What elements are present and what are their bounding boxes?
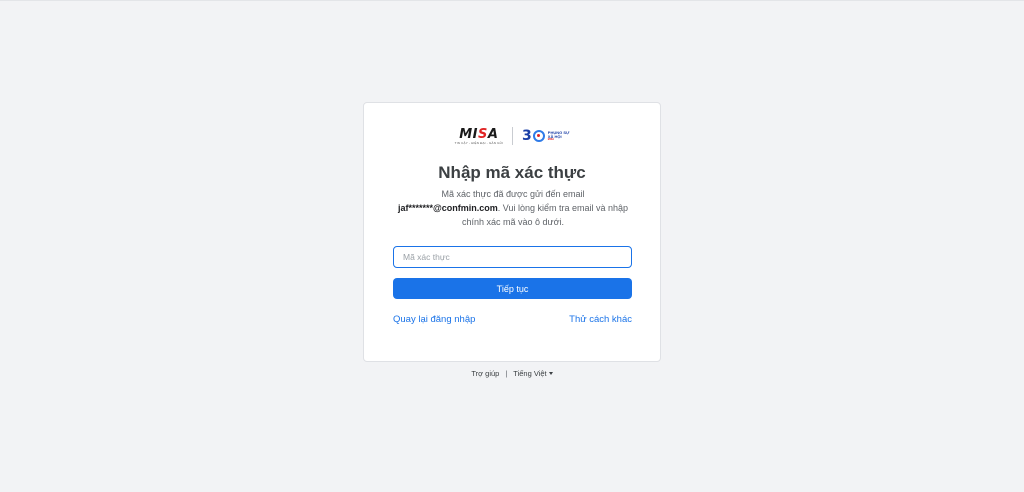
language-label: Tiếng Việt [513, 369, 547, 378]
anniversary-line3: MISA [547, 137, 555, 141]
misa-wordmark-prefix: MI [459, 126, 479, 142]
back-to-login-link[interactable]: Quay lại đăng nhập [393, 314, 475, 325]
description-intro: Mã xác thực đã được gửi đến email [441, 189, 585, 199]
footer: Trợ giúp | Tiếng Việt [0, 369, 1024, 378]
misa-tagline: TIN CẬY - HIỆN ĐẠI - GẦN GŨI [454, 140, 504, 145]
try-another-way-link[interactable]: Thử cách khác [569, 314, 632, 325]
caret-down-icon [548, 372, 553, 375]
page-title: Nhập mã xác thực [438, 163, 586, 182]
logo-divider [512, 127, 514, 145]
verification-description: Mã xác thực đã được gửi đến email jaf****… [388, 187, 638, 229]
misa-wordmark: MISA [459, 128, 498, 141]
footer-separator: | [505, 369, 508, 378]
help-link[interactable]: Trợ giúp [471, 369, 499, 378]
language-selector[interactable]: Tiếng Việt [513, 369, 553, 378]
continue-button[interactable]: Tiếp tục [393, 278, 632, 299]
verification-code-input[interactable] [393, 246, 632, 268]
login-page: MISA TIN CẬY - HIỆN ĐẠI - GẦN GŨI 3 PHỤN… [0, 0, 1024, 492]
anniversary-logo: 3 PHỤNG SỰ XÃ HỘI MISA [522, 128, 569, 144]
anniversary-zero-icon [532, 130, 545, 142]
misa-wordmark-accent: S [478, 126, 488, 142]
verification-card: MISA TIN CẬY - HIỆN ĐẠI - GẦN GŨI 3 PHỤN… [363, 102, 661, 362]
misa-wordmark-suffix: A [487, 126, 499, 142]
anniversary-digit: 3 [522, 128, 532, 144]
anniversary-text: PHỤNG SỰ XÃ HỘI MISA [547, 130, 570, 142]
card-links: Quay lại đăng nhập Thử cách khác [393, 314, 632, 325]
misa-logo: MISA TIN CẬY - HIỆN ĐẠI - GẦN GŨI [455, 128, 503, 145]
masked-email: jaf*******@confmin.com [397, 203, 498, 213]
logo-row: MISA TIN CẬY - HIỆN ĐẠI - GẦN GŨI 3 PHỤN… [364, 125, 660, 147]
anniversary-number: 3 [522, 128, 545, 144]
